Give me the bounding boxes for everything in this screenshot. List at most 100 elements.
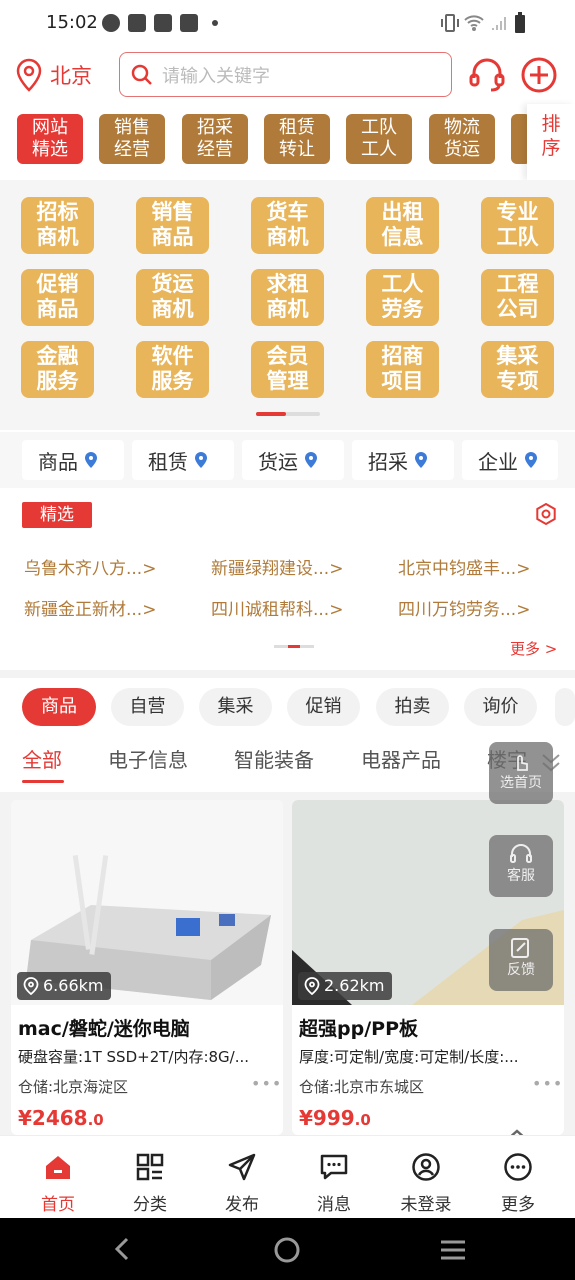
top-category-item[interactable]: 工队 工人 <box>346 114 412 164</box>
user-icon <box>412 1153 440 1181</box>
service-button[interactable]: 客服 <box>489 835 553 897</box>
wifi-icon <box>464 15 484 31</box>
subcategory-tab[interactable]: 智能装备 <box>234 744 314 773</box>
grid-item[interactable]: 集采 专项 <box>481 341 554 398</box>
send-icon <box>228 1153 256 1181</box>
more-options-icon[interactable]: ••• <box>532 1074 563 1093</box>
message-icon <box>320 1154 348 1180</box>
grid-item[interactable]: 金融 服务 <box>21 341 94 398</box>
grid-item[interactable]: 会员 管理 <box>251 341 324 398</box>
grid-item[interactable]: 工程 公司 <box>481 269 554 326</box>
back-icon[interactable] <box>110 1236 134 1262</box>
chip-partial[interactable] <box>555 688 575 726</box>
chip[interactable]: 商品 <box>22 688 96 726</box>
map-tab[interactable]: 企业 <box>462 440 558 480</box>
nav-publish[interactable]: 发布 <box>196 1136 288 1219</box>
chip[interactable]: 自营 <box>111 688 184 726</box>
mail-icon <box>128 14 146 32</box>
sort-button[interactable]: 排 序 <box>527 104 575 180</box>
grid-item[interactable]: 专业 工队 <box>481 197 554 254</box>
grid-item[interactable]: 求租 商机 <box>251 269 324 326</box>
service-label: 客服 <box>507 868 535 884</box>
location-pin-icon <box>16 58 42 92</box>
map-pin-icon <box>85 452 97 468</box>
grid-item[interactable]: 销售 商品 <box>136 197 209 254</box>
vibrate-icon <box>441 14 459 32</box>
subcategory-tab[interactable]: 全部 <box>22 744 62 773</box>
chip[interactable]: 集采 <box>199 688 272 726</box>
nav-more[interactable]: 更多 <box>472 1136 564 1219</box>
nav-label: 更多 <box>501 1195 535 1215</box>
subcategory-tab[interactable]: 电子信息 <box>108 744 188 773</box>
add-icon[interactable] <box>520 56 558 94</box>
map-tab-label: 租赁 <box>148 449 188 474</box>
featured-link[interactable]: 北京中钧盛丰...> <box>398 554 530 579</box>
map-pin-icon <box>415 452 427 468</box>
grid-item[interactable]: 货车 商机 <box>251 197 324 254</box>
top-category-item[interactable]: 物流 货运 <box>429 114 495 164</box>
chip[interactable]: 询价 <box>464 688 537 726</box>
grid-item[interactable]: 促销 商品 <box>21 269 94 326</box>
grid-item[interactable]: 货运 商机 <box>136 269 209 326</box>
chip[interactable]: 促销 <box>287 688 360 726</box>
map-pin-icon <box>525 452 537 468</box>
search-placeholder: 请输入关键字 <box>162 65 270 87</box>
feedback-button[interactable]: 反馈 <box>489 929 553 991</box>
product-card[interactable]: 6.66km mac/磐蛇/迷你电脑 硬盘容量:1T SSD+2T/内存:8G/… <box>11 800 283 1135</box>
distance-text: 2.62km <box>324 976 385 995</box>
nav-label: 分类 <box>133 1195 167 1215</box>
nav-home[interactable]: 首页 <box>12 1136 104 1219</box>
location-pin-icon <box>304 977 320 995</box>
top-category-item[interactable]: 招采 经营 <box>182 114 248 164</box>
featured-link[interactable]: 乌鲁木齐八方...> <box>24 554 156 579</box>
map-tab[interactable]: 货运 <box>242 440 344 480</box>
featured-link[interactable]: 四川万钧劳务...> <box>398 595 530 620</box>
map-tab[interactable]: 商品 <box>22 440 124 480</box>
grid-item[interactable]: 工人 劳务 <box>366 269 439 326</box>
map-tab-bar: 商品 租赁 货运 招采 企业 <box>0 432 575 488</box>
mail-icon <box>180 14 198 32</box>
top-category-item[interactable]: 租赁 转让 <box>264 114 330 164</box>
nav-account[interactable]: 未登录 <box>380 1136 472 1219</box>
top-category-bar: 网站 精选 销售 经营 招采 经营 租赁 转让 工队 工人 物流 货运 排 序 <box>0 104 575 180</box>
recents-icon[interactable] <box>439 1238 467 1262</box>
map-tab[interactable]: 租赁 <box>132 440 234 480</box>
featured-page-indicator <box>274 645 314 648</box>
grid-page-indicator <box>256 412 320 416</box>
grid-item[interactable]: 招标 商机 <box>21 197 94 254</box>
grid-item[interactable]: 软件 服务 <box>136 341 209 398</box>
search-icon <box>131 64 152 85</box>
map-tab[interactable]: 招采 <box>352 440 454 480</box>
featured-link[interactable]: 四川诚租帮科...> <box>211 595 343 620</box>
product-spec: 硬盘容量:1T SSD+2T/内存:8G/... <box>18 1048 250 1066</box>
featured-link[interactable]: 新疆金正新材...> <box>24 595 156 620</box>
price-value: ¥999 <box>299 1106 355 1130</box>
city-selector[interactable]: 北京 <box>14 58 92 92</box>
map-tab-label: 货运 <box>258 449 298 474</box>
service-grid: 招标 商机 销售 商品 货车 商机 出租 信息 专业 工队 促销 商品 货运 商… <box>0 180 575 430</box>
select-home-button[interactable]: 选首页 <box>489 742 553 804</box>
customer-service-icon[interactable] <box>468 56 506 94</box>
product-store: 仓储:北京市东城区 <box>299 1078 425 1096</box>
grid-item[interactable]: 招商 项目 <box>366 341 439 398</box>
map-pin-icon <box>305 452 317 468</box>
status-time: 15:02 <box>46 12 98 33</box>
top-category-item[interactable]: 销售 经营 <box>99 114 165 164</box>
more-options-icon[interactable]: ••• <box>251 1074 282 1093</box>
top-category-item[interactable]: 网站 精选 <box>17 114 83 164</box>
product-title: 超强pp/PP板 <box>299 1018 418 1040</box>
featured-link[interactable]: 新疆绿翔建设...> <box>211 554 343 579</box>
chip[interactable]: 拍卖 <box>376 688 449 726</box>
nav-category[interactable]: 分类 <box>104 1136 196 1219</box>
map-tab-label: 企业 <box>478 449 518 474</box>
more-link[interactable]: 更多 > <box>510 638 557 659</box>
grid-item[interactable]: 出租 信息 <box>366 197 439 254</box>
home-circle-icon[interactable] <box>273 1236 301 1264</box>
nav-messages[interactable]: 消息 <box>288 1136 380 1219</box>
grid-icon <box>136 1153 164 1181</box>
select-home-label: 选首页 <box>500 775 542 791</box>
subcategory-tab[interactable]: 电器产品 <box>361 744 441 773</box>
settings-icon[interactable] <box>534 502 558 526</box>
search-input[interactable]: 请输入关键字 <box>119 52 452 97</box>
feedback-label: 反馈 <box>507 962 535 978</box>
